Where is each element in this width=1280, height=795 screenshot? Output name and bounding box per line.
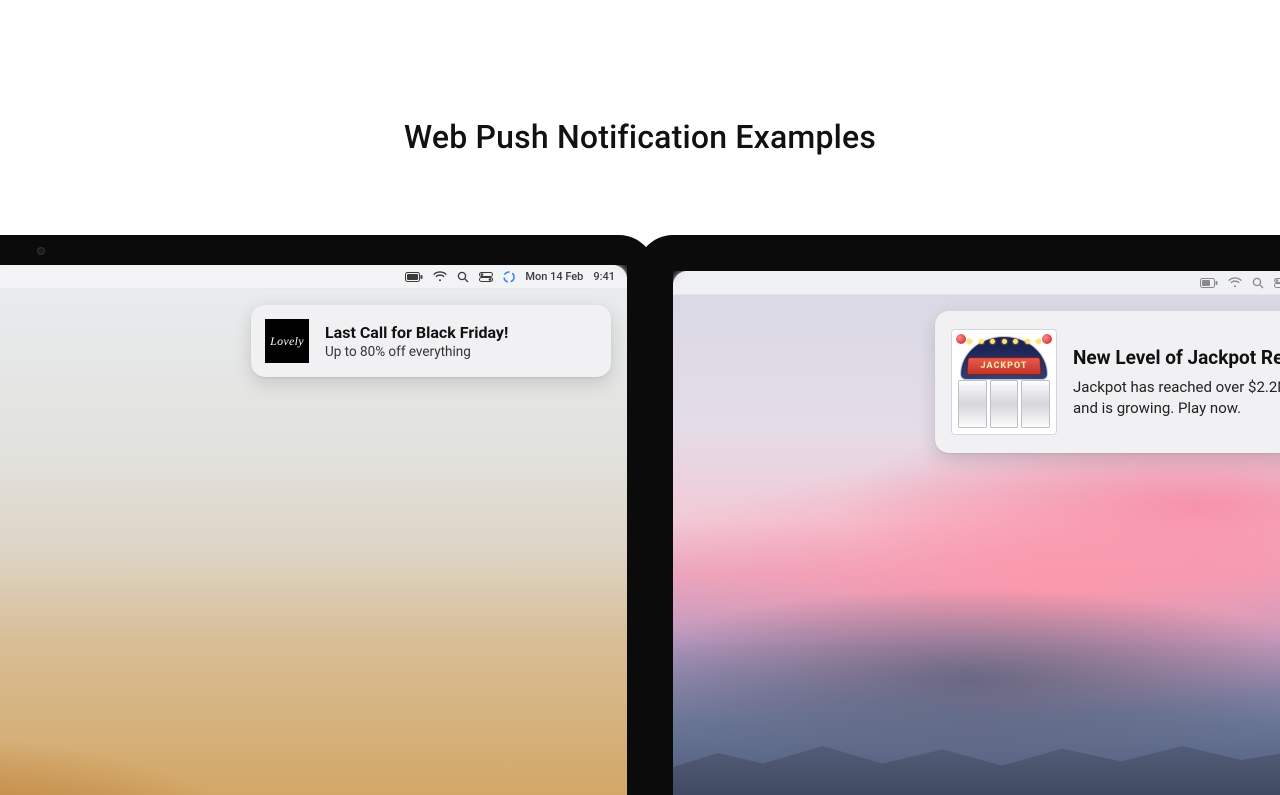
- laptop-screen-right: Mon 14 Feb 9:41 JACKPOT New Level of Jac…: [673, 271, 1280, 795]
- menubar-date[interactable]: Mon 14 Feb: [525, 271, 583, 282]
- wifi-icon: [1228, 277, 1242, 288]
- laptop-screen-left: Mon 14 Feb 9:41 Lovely Last Call for Bla…: [0, 265, 627, 795]
- spotlight-search-icon[interactable]: [1252, 277, 1264, 289]
- jackpot-slot-machine-icon: JACKPOT: [952, 330, 1056, 434]
- macos-menubar: Mon 14 Feb 9:41: [0, 265, 627, 289]
- control-center-icon[interactable]: [479, 272, 493, 282]
- notification-body-line: and is growing. Play now.: [1073, 399, 1241, 417]
- jackpot-banner-text: JACKPOT: [966, 357, 1041, 375]
- spotlight-search-icon[interactable]: [457, 271, 469, 283]
- control-center-icon[interactable]: [1274, 278, 1280, 288]
- battery-icon: [1200, 278, 1218, 288]
- notification-body: Up to 80% off everything: [325, 344, 591, 360]
- notification-app-icon: JACKPOT: [951, 329, 1057, 435]
- siri-icon[interactable]: [503, 271, 515, 283]
- push-notification-card[interactable]: JACKPOT New Level of Jackpot Reached Jac…: [935, 311, 1280, 453]
- notification-body-line: Jackpot has reached over $2.2M: [1073, 378, 1280, 396]
- page-title: Web Push Notification Examples: [0, 118, 1280, 156]
- wallpaper-mountains: [673, 725, 1280, 795]
- lovely-logo: Lovely: [265, 319, 309, 363]
- menubar-time[interactable]: 9:41: [593, 271, 615, 282]
- push-notification-card[interactable]: Lovely Last Call for Black Friday! Up to…: [251, 305, 611, 377]
- camera-dot: [37, 247, 45, 255]
- notification-title: New Level of Jackpot Reached: [1073, 346, 1280, 369]
- macos-menubar: Mon 14 Feb 9:41: [673, 271, 1280, 295]
- notification-body: Jackpot has reached over $2.2M and is gr…: [1073, 377, 1280, 418]
- laptop-mockup-left: Mon 14 Feb 9:41 Lovely Last Call for Bla…: [0, 235, 655, 795]
- notification-app-icon: Lovely: [265, 319, 309, 363]
- battery-icon: [405, 272, 423, 282]
- notification-title: Last Call for Black Friday!: [325, 323, 591, 342]
- wifi-icon: [433, 271, 447, 282]
- laptop-mockup-right: Mon 14 Feb 9:41 JACKPOT New Level of Jac…: [637, 235, 1280, 795]
